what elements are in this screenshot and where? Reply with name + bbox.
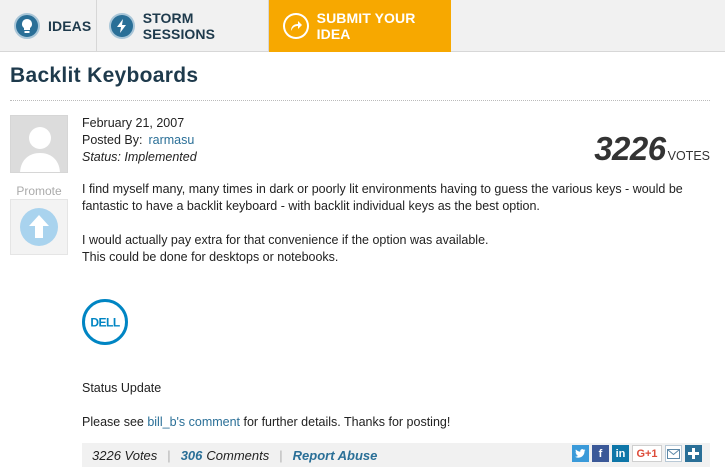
idea-title: Backlit Keyboards [10, 64, 199, 87]
dell-logo: DELL [82, 299, 128, 345]
status-text: Status: Implemented [82, 150, 197, 164]
vote-count: 3226 VOTES [594, 130, 710, 168]
posted-by: Posted By: rarmasu [82, 132, 197, 149]
nav-submit-label: SUBMIT YOUR IDEA [316, 10, 416, 42]
idea-meta: February 21, 2007 Posted By: rarmasu Stat… [82, 115, 197, 166]
posted-by-label: Posted By: [82, 133, 143, 147]
google-plus-icon[interactable]: G+1 [632, 445, 662, 462]
author-link[interactable]: rarmasu [148, 133, 194, 147]
vote-label: VOTES [667, 149, 710, 163]
nav-ideas[interactable]: IDEAS [0, 0, 97, 52]
facebook-icon[interactable]: f [592, 445, 609, 462]
twitter-icon[interactable] [572, 445, 589, 462]
vote-number: 3226 [594, 130, 666, 167]
comments-count: 306 [180, 447, 203, 463]
report-abuse-link[interactable]: Report Abuse [293, 448, 378, 463]
idea-paragraph-2: I would actually pay extra for that conv… [82, 233, 489, 247]
idea-footer-bar: 3226 Votes | 306 Comments | Report Abuse… [82, 443, 710, 467]
nav-submit-idea[interactable]: SUBMIT YOUR IDEA [269, 0, 451, 52]
footer-separator: | [279, 447, 283, 463]
svg-text:DELL: DELL [90, 316, 120, 330]
share-arrow-icon [283, 13, 309, 39]
promote-button[interactable] [10, 199, 68, 255]
promote-label: Promote [16, 184, 62, 198]
add-share-icon[interactable] [685, 445, 702, 462]
title-divider [10, 100, 710, 101]
footer-comments[interactable]: 306 Comments [181, 448, 270, 463]
status-update-heading: Status Update [82, 381, 162, 395]
idea-paragraph-1: I find myself many, many times in dark o… [82, 182, 683, 213]
nav-ideas-label: IDEAS [48, 18, 92, 34]
footer-votes: 3226 Votes [92, 447, 158, 463]
top-nav: IDEAS STORM SESSIONS SUBMIT YOUR IDEA [0, 0, 725, 52]
idea-paragraph-3: This could be done for desktops or noteb… [82, 250, 339, 264]
footer-separator: | [167, 447, 171, 463]
lightbulb-icon [14, 13, 40, 39]
email-icon[interactable] [665, 445, 682, 462]
comment-link[interactable]: bill_b's comment [147, 415, 240, 429]
share-icons: f in G+1 [572, 445, 702, 462]
note-suffix: for further details. Thanks for posting! [240, 415, 451, 429]
nav-storm-label: STORM SESSIONS [142, 10, 216, 42]
post-date: February 21, 2007 [82, 116, 185, 130]
status-update-note: Please see bill_b's comment for further … [82, 414, 450, 431]
up-arrow-icon [20, 208, 58, 246]
lightning-icon [109, 13, 135, 39]
linkedin-icon[interactable]: in [612, 445, 629, 462]
nav-storm-sessions[interactable]: STORM SESSIONS [97, 0, 269, 52]
user-silhouette-icon [11, 116, 67, 172]
comments-label: Comments [206, 447, 270, 463]
avatar [10, 115, 68, 173]
note-prefix: Please see [82, 415, 148, 429]
